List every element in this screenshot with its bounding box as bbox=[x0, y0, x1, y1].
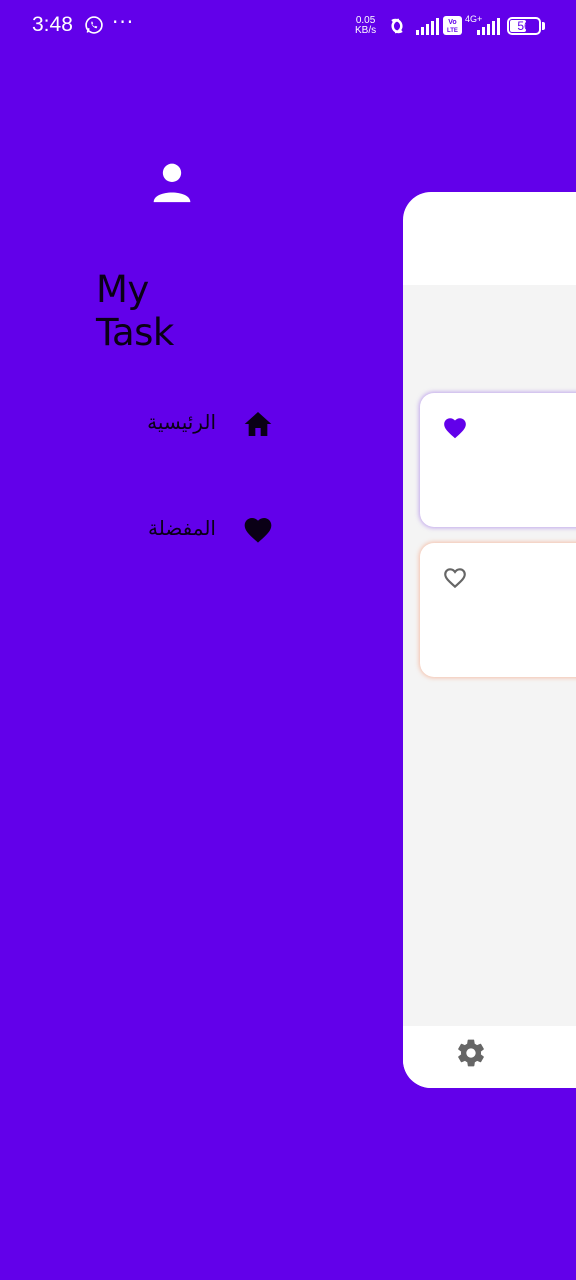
more-notifications-icon: ··· bbox=[112, 10, 135, 34]
bottom-navigation bbox=[403, 1026, 576, 1088]
net-speed-unit: KB/s bbox=[355, 25, 377, 36]
heart-filled-icon[interactable] bbox=[442, 415, 468, 441]
status-time: 3:48 bbox=[32, 13, 73, 36]
status-bar: 3:48 ··· 0.05 KB/s Vo LTE 4G+ 56 bbox=[0, 0, 576, 54]
battery-icon: 56 bbox=[507, 17, 541, 35]
network-speed: 0.05 KB/s bbox=[355, 16, 376, 36]
drawer-item-label: المفضلة bbox=[147, 516, 216, 540]
drawer-item-favorites[interactable]: المفضلة bbox=[120, 508, 280, 556]
volte-icon: Vo LTE bbox=[443, 16, 462, 35]
person-icon bbox=[153, 163, 191, 203]
hotspot-link-icon bbox=[391, 18, 403, 34]
battery-level: 56 bbox=[517, 19, 531, 33]
task-card[interactable] bbox=[420, 393, 576, 527]
heart-icon bbox=[244, 518, 272, 543]
signal-strength-icon-2 bbox=[477, 18, 500, 35]
task-card[interactable] bbox=[420, 543, 576, 677]
settings-icon[interactable] bbox=[455, 1037, 487, 1069]
main-panel[interactable] bbox=[403, 192, 576, 1088]
svg-text:LTE: LTE bbox=[447, 28, 458, 34]
drawer-item-label: الرئيسية bbox=[147, 410, 216, 434]
drawer-item-home[interactable]: الرئيسية bbox=[120, 402, 280, 450]
whatsapp-icon bbox=[85, 16, 103, 34]
heart-outline-icon[interactable] bbox=[442, 565, 468, 591]
app-title: My Task bbox=[96, 268, 174, 354]
svg-text:Vo: Vo bbox=[448, 19, 456, 26]
task-list bbox=[403, 285, 576, 1026]
home-icon bbox=[244, 412, 272, 436]
signal-strength-icon bbox=[416, 18, 439, 35]
